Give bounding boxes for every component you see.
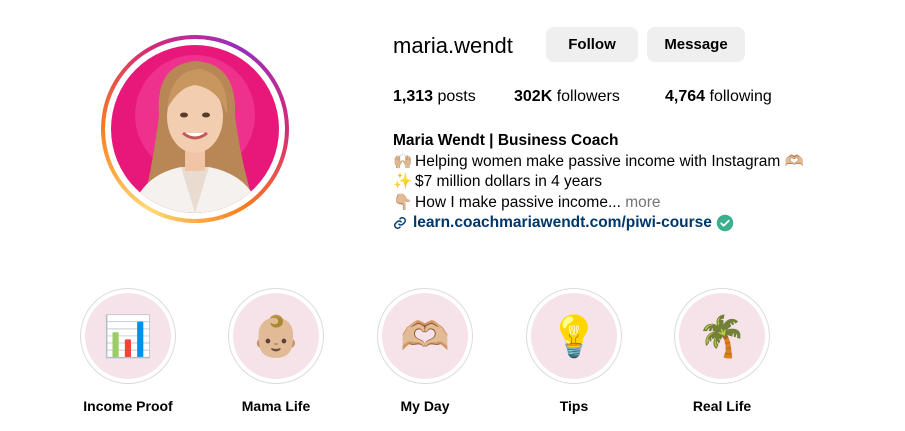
highlight-tips[interactable]: 💡 Tips: [514, 288, 634, 414]
bio: Maria Wendt | Business Coach 🙌🏼 Helping w…: [393, 131, 804, 234]
baby-icon: 👶🏼: [233, 293, 319, 379]
highlight-label: Mama Life: [241, 398, 311, 414]
following-count[interactable]: 4,764 following: [665, 88, 772, 106]
palm-tree-icon: 🌴: [679, 293, 765, 379]
highlight-income-proof[interactable]: 📊 Income Proof: [68, 288, 188, 414]
bio-line: ✨ $7 million dollars in 4 years: [393, 172, 804, 193]
posts-count: 1,313 posts: [393, 88, 514, 106]
profile-stats: 1,313 posts 302K followers 4,764 followi…: [393, 88, 772, 106]
bio-line-3-text: How I make passive income...: [415, 193, 621, 211]
avatar[interactable]: [111, 45, 279, 213]
highlight-real-life[interactable]: 🌴 Real Life: [662, 288, 782, 414]
highlight-label: Tips: [559, 398, 589, 414]
following-label: following: [709, 88, 772, 105]
followers-label: followers: [556, 88, 620, 105]
highlight-ring: 💡: [526, 288, 622, 384]
light-bulb-icon: 💡: [531, 293, 617, 379]
posts-number: 1,313: [393, 88, 434, 105]
pointing-down-icon: 👇🏼: [393, 193, 413, 211]
more-link[interactable]: more: [625, 194, 660, 211]
bio-line-2-text: $7 million dollars in 4 years: [415, 173, 602, 190]
raising-hands-icon: 🙌🏼: [393, 152, 413, 170]
highlight-ring: 📊: [80, 288, 176, 384]
highlight-label: Real Life: [692, 398, 752, 414]
followers-number: 302K: [514, 88, 553, 105]
bio-line-1-text: Helping women make passive income with I…: [415, 152, 781, 170]
highlight-my-day[interactable]: 🫶🏼 My Day: [365, 288, 485, 414]
follow-button[interactable]: Follow: [546, 27, 638, 62]
bio-link[interactable]: learn.coachmariawendt.com/piwi-course: [393, 213, 804, 234]
avatar-border: [105, 39, 285, 219]
highlight-mama-life[interactable]: 👶🏼 Mama Life: [216, 288, 336, 414]
verified-check-icon: [716, 215, 734, 232]
followers-count[interactable]: 302K followers: [514, 88, 665, 106]
profile-avatar-ring[interactable]: [101, 35, 289, 223]
sparkles-icon: ✨: [393, 173, 413, 190]
heart-hands-icon: 🫶🏼: [784, 152, 804, 170]
link-icon: [394, 217, 406, 230]
heart-hands-icon: 🫶🏼: [382, 293, 468, 379]
highlight-ring: 🌴: [674, 288, 770, 384]
message-button[interactable]: Message: [647, 27, 745, 62]
highlight-label: Income Proof: [83, 398, 173, 414]
highlight-label: My Day: [400, 398, 450, 414]
full-name: Maria Wendt | Business Coach: [393, 132, 619, 149]
bar-chart-icon: 📊: [85, 293, 171, 379]
highlight-ring: 🫶🏼: [377, 288, 473, 384]
bio-line: 👇🏼 How I make passive income... more: [393, 193, 804, 214]
link-url[interactable]: learn.coachmariawendt.com/piwi-course: [413, 213, 712, 234]
bio-line: 🙌🏼 Helping women make passive income with…: [393, 152, 804, 173]
following-number: 4,764: [665, 88, 706, 105]
posts-label: posts: [437, 88, 476, 105]
username: maria.wendt: [393, 33, 513, 58]
highlight-ring: 👶🏼: [228, 288, 324, 384]
avatar-image: [111, 45, 279, 213]
